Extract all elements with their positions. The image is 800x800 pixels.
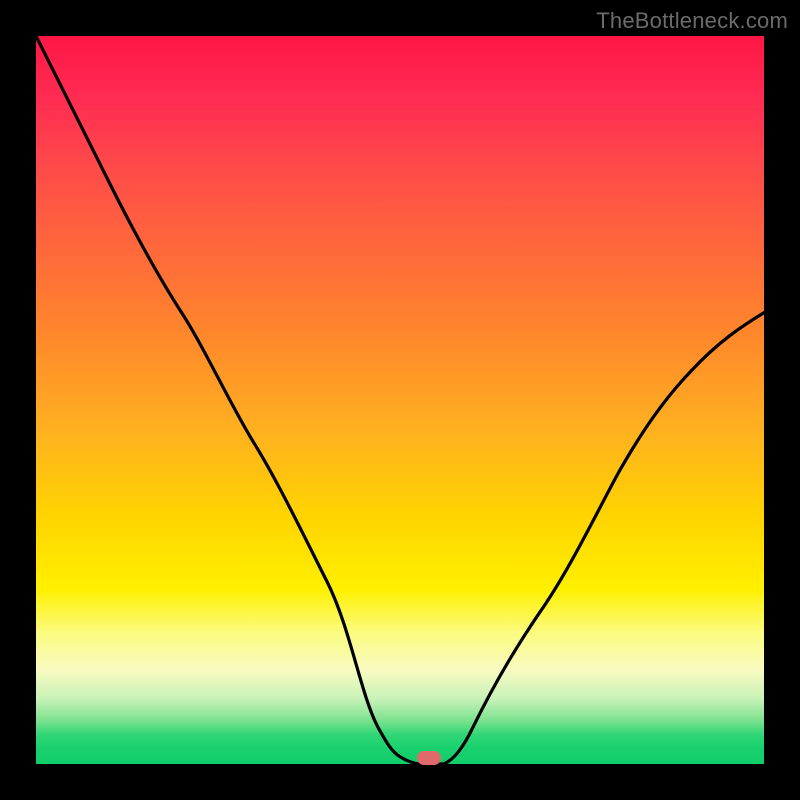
- attribution-text: TheBottleneck.com: [596, 8, 788, 34]
- chart-frame: TheBottleneck.com: [0, 0, 800, 800]
- optimal-point-marker: [417, 751, 441, 765]
- bottleneck-curve: [36, 36, 764, 764]
- chart-plot-area: [36, 36, 764, 764]
